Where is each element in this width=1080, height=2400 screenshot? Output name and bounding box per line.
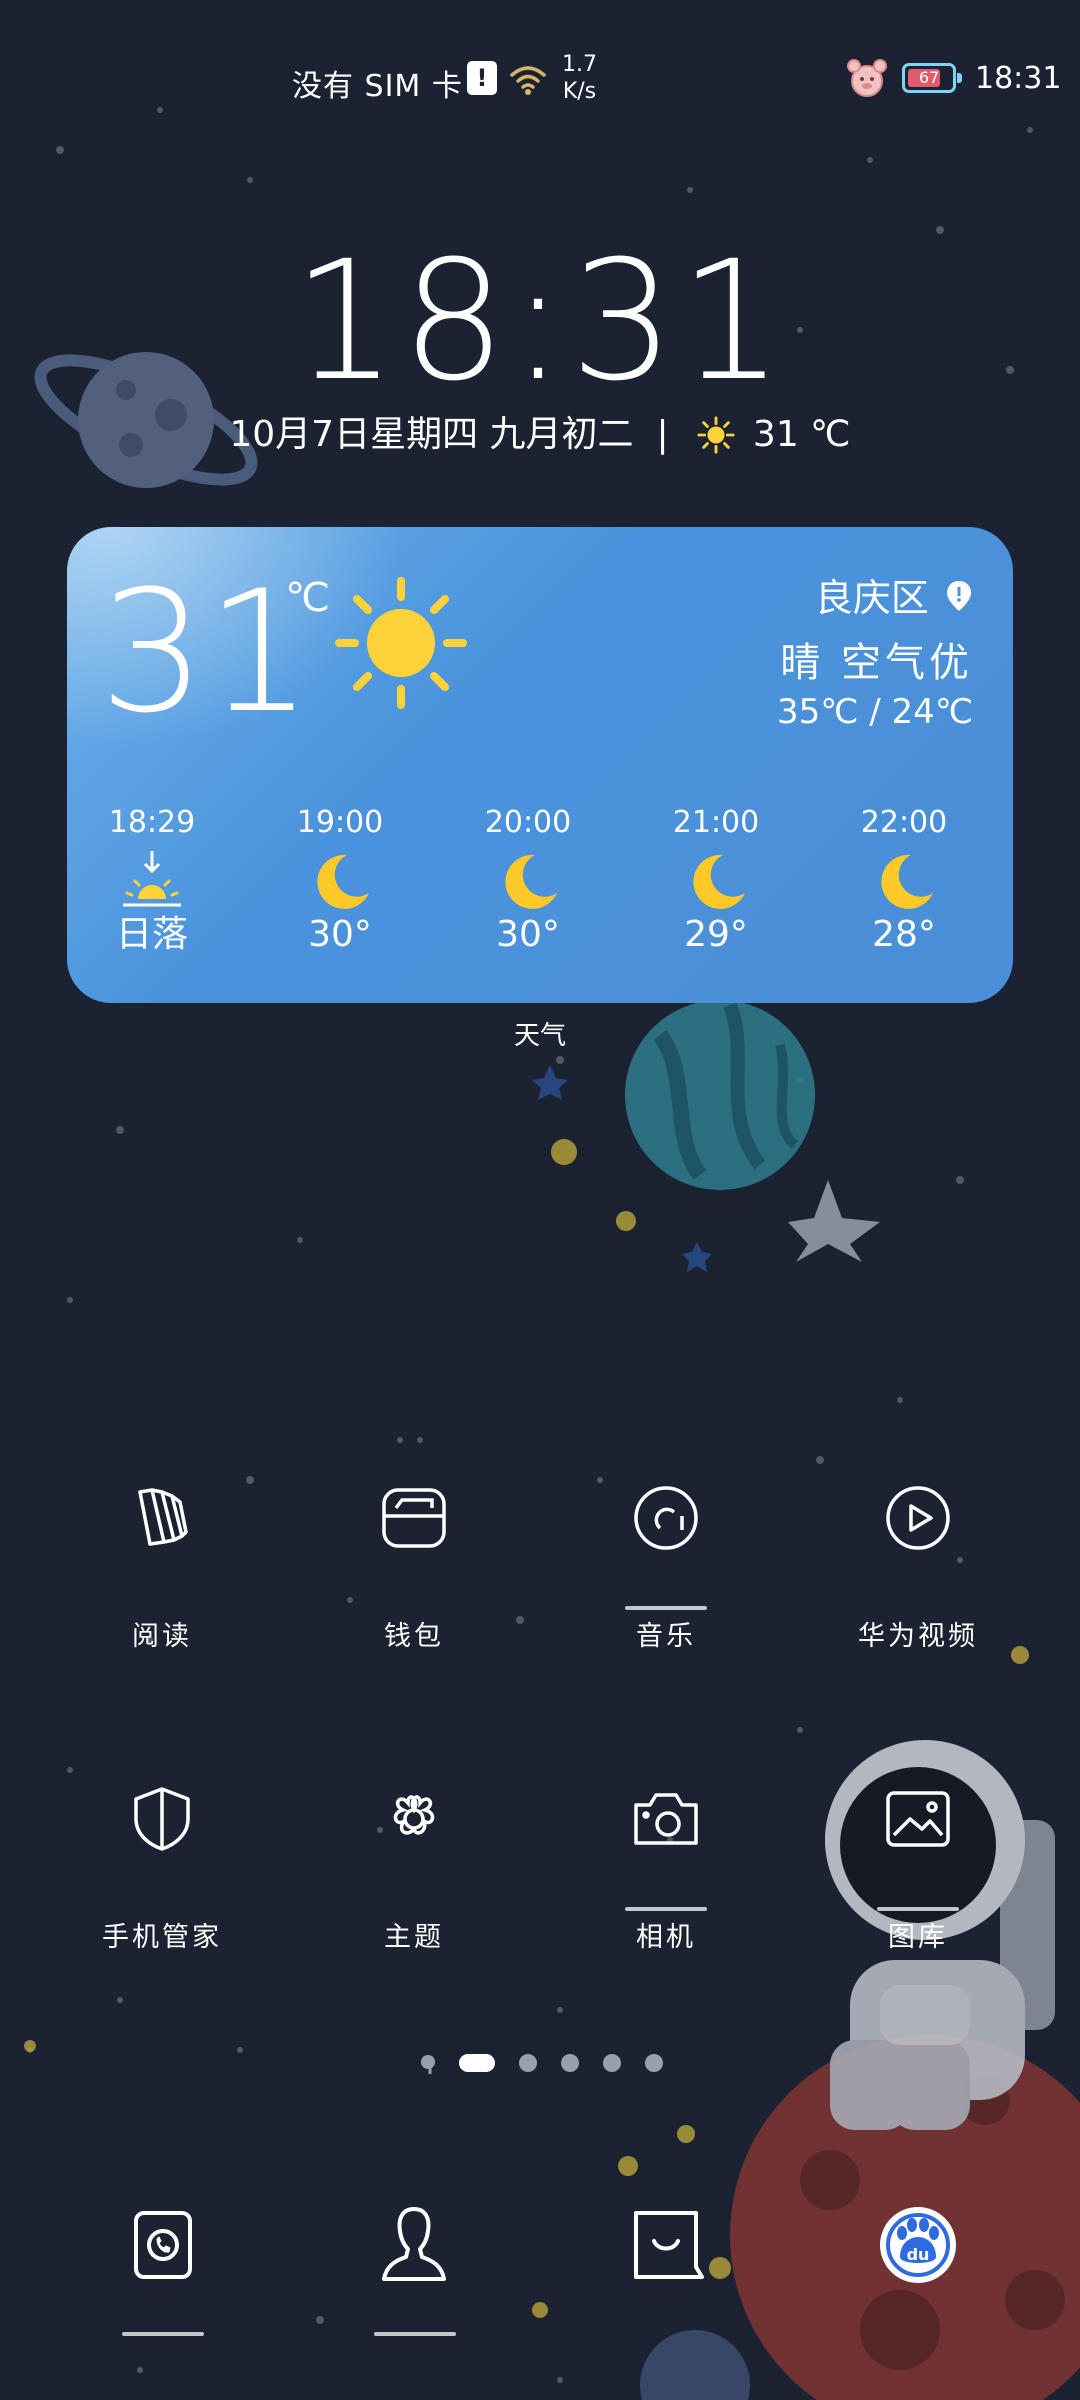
forecast-value: 30° — [308, 914, 372, 955]
weather-widget[interactable]: 31 ℃ 良庆区 晴 空气优 35℃ / 24℃ 18:29 日落 19:00 … — [67, 527, 1013, 1003]
search-icon[interactable] — [418, 2052, 442, 2076]
app-label: 钱包 — [384, 1621, 444, 1652]
baidu-logo-text: du — [907, 2245, 930, 2264]
app-label: 音乐 — [636, 1621, 696, 1652]
status-time: 18:31 — [975, 61, 1062, 96]
location[interactable]: 良庆区 — [815, 567, 973, 622]
running-indicator — [122, 2332, 204, 2336]
app-label: 阅读 — [132, 1621, 192, 1652]
app-gallery[interactable]: 图库 — [818, 1779, 1018, 1954]
weather-condition: 晴 空气优 — [780, 640, 973, 686]
forecast-hour: 19:00 30° — [265, 805, 415, 955]
temperature-unit: ℃ — [285, 575, 330, 621]
carrier-text: 没有 SIM 卡 — [292, 69, 463, 104]
net-speed-value: 1.7 — [562, 52, 597, 77]
forecast-value: 日落 — [115, 914, 188, 955]
app-music[interactable]: 音乐 — [566, 1478, 766, 1653]
location-name: 良庆区 — [814, 576, 929, 620]
app-label: 相机 — [636, 1922, 696, 1953]
date-text: 10月7日星期四 九月初二 — [229, 414, 634, 455]
battery-icon: 67 — [902, 63, 962, 93]
page-dot[interactable] — [645, 2054, 663, 2072]
page-dot[interactable] — [561, 2054, 579, 2072]
forecast-value: 28° — [872, 914, 936, 955]
date-divider: | — [645, 414, 681, 455]
app-huawei-video[interactable]: 华为视频 — [818, 1478, 1018, 1653]
weather-widget-label: 天气 — [513, 1021, 566, 1051]
page-indicator[interactable] — [0, 2052, 1080, 2076]
shield-icon — [134, 1787, 190, 1851]
forecast-hour: 22:00 28° — [829, 805, 979, 955]
forecast-hour: 20:00 30° — [453, 805, 603, 955]
temperature-range: 35℃ / 24℃ — [777, 692, 973, 732]
theme-flower-icon — [393, 1795, 435, 1835]
app-label: 华为视频 — [858, 1621, 978, 1652]
moon-icon — [693, 854, 745, 909]
app-themes[interactable]: 主题 — [314, 1779, 514, 1954]
status-bar: 没有 SIM 卡 ! 1.7 K/s 67 18:31 — [0, 52, 1080, 105]
forecast-hour: 21:00 29° — [641, 805, 791, 955]
app-wallet[interactable]: 钱包 — [314, 1478, 514, 1653]
moon-icon — [505, 854, 557, 909]
forecast-time: 18:29 — [108, 805, 196, 840]
dock-messages[interactable] — [606, 2185, 726, 2305]
dock-contacts[interactable] — [354, 2185, 474, 2305]
app-label: 图库 — [888, 1922, 948, 1953]
baidu-icon: du — [880, 2207, 956, 2283]
books-icon — [138, 1488, 188, 1546]
location-pin-icon — [947, 581, 971, 611]
dock-phone[interactable] — [102, 2185, 222, 2305]
current-temperature: 31 — [99, 554, 313, 750]
forecast-value: 29° — [684, 914, 748, 955]
wallet-icon — [382, 1488, 446, 1548]
contacts-icon — [382, 2207, 446, 2281]
forecast-value: 30° — [496, 914, 560, 955]
app-phone-manager[interactable]: 手机管家 — [62, 1779, 262, 1954]
music-icon — [634, 1486, 698, 1550]
gallery-icon — [886, 1791, 950, 1847]
page-dot-active[interactable] — [459, 2054, 495, 2072]
dock-baidu[interactable]: du — [858, 2185, 978, 2305]
phone-icon — [134, 2211, 192, 2279]
sun-icon — [697, 416, 735, 454]
app-camera[interactable]: 相机 — [566, 1779, 766, 1954]
forecast-time: 19:00 — [296, 805, 384, 840]
lockscreen-clock[interactable]: 18:31 — [0, 225, 1080, 417]
camera-icon — [634, 1793, 698, 1845]
sun-icon — [335, 577, 467, 709]
forecast-time: 22:00 — [860, 805, 948, 840]
messages-icon — [634, 2211, 704, 2279]
net-speed-unit: K/s — [562, 79, 597, 104]
app-label: 手机管家 — [102, 1922, 222, 1953]
page-dot[interactable] — [519, 2054, 537, 2072]
running-indicator — [625, 1606, 707, 1610]
forecast-hour: 18:29 日落 — [77, 805, 227, 955]
running-indicator — [374, 2332, 456, 2336]
alarm-icon — [847, 59, 887, 97]
page-dot[interactable] — [603, 2054, 621, 2072]
net-speed: 1.7 K/s — [562, 51, 597, 105]
running-indicator — [877, 1907, 959, 1911]
wifi-icon — [510, 66, 546, 95]
date-line: 10月7日星期四 九月初二 | 31 ℃ — [0, 405, 1080, 457]
app-reading[interactable]: 阅读 — [62, 1478, 262, 1653]
video-icon — [886, 1486, 950, 1550]
moon-icon — [317, 854, 369, 909]
sunset-icon — [123, 851, 181, 907]
forecast-time: 20:00 — [484, 805, 572, 840]
battery-level: 67 — [918, 68, 940, 87]
moon-icon — [881, 854, 933, 909]
date-temp: 31 ℃ — [752, 414, 851, 455]
running-indicator — [625, 1907, 707, 1911]
sim-alert-icon: ! — [467, 61, 497, 95]
app-label: 主题 — [384, 1922, 444, 1953]
forecast-time: 21:00 — [672, 805, 760, 840]
